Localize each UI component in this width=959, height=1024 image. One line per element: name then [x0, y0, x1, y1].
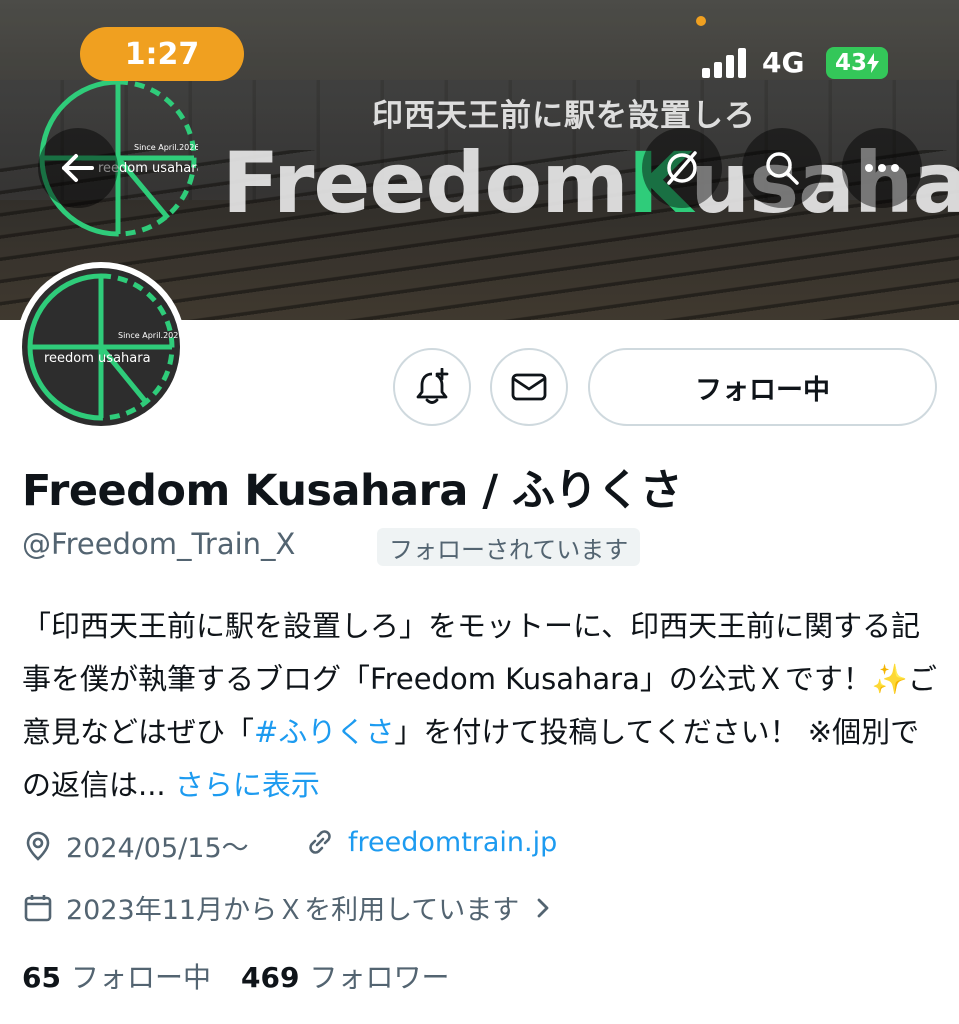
website-link[interactable]: freedomtrain.jp [348, 827, 557, 858]
following-count: 65 [22, 961, 61, 994]
more-button[interactable] [842, 128, 922, 208]
signal-bars-icon [702, 48, 746, 78]
show-more-link[interactable]: さらに表示 [175, 768, 320, 802]
display-name: Freedom Kusahara / ふりくさ [22, 466, 683, 516]
back-arrow-icon [62, 154, 94, 182]
chevron-right-icon [527, 892, 559, 924]
link-icon [304, 826, 336, 858]
charging-bolt-icon [867, 53, 879, 73]
envelope-icon [511, 373, 547, 401]
website-row[interactable]: freedomtrain.jp [304, 826, 557, 858]
avatar-since: Since April.2026 [118, 331, 180, 340]
location-pin-icon [22, 830, 54, 862]
banner-title-part1: Freedom [222, 134, 629, 232]
follows-you-badge: フォローされています [377, 528, 641, 566]
avatar-logo: Since April.2026 reedom usahara [27, 273, 180, 421]
network-type: 4G [762, 46, 805, 79]
notifications-button[interactable] [393, 348, 471, 426]
back-button[interactable] [38, 128, 118, 208]
bio-hashtag-link[interactable]: #ふりくさ [254, 715, 394, 749]
bell-plus-icon [416, 368, 449, 404]
following-stat[interactable]: 65 フォロー中 [22, 956, 211, 996]
banner-tagline: 印西天王前に駅を設置しろ [372, 98, 756, 134]
location-row: 2024/05/15〜 [22, 826, 249, 865]
grok-icon [667, 151, 697, 185]
calendar-icon [22, 892, 54, 924]
joined-text: 2023年11月からＸを利用しています [66, 895, 520, 926]
profile-avatar[interactable]: Since April.2026 reedom usahara [16, 262, 186, 432]
user-handle: @Freedom_Train_X [22, 527, 296, 561]
more-icon [865, 164, 899, 172]
followers-stat[interactable]: 469 フォロワー [241, 956, 449, 996]
avatar-image: Since April.2026 reedom usahara [22, 268, 180, 426]
status-time: 1:27 [80, 27, 244, 81]
avatar-name: reedom usahara [44, 351, 151, 366]
joined-row[interactable]: 2023年11月からＸを利用しています [22, 888, 571, 927]
search-button[interactable] [742, 128, 822, 208]
battery-level: 43 [834, 50, 867, 76]
grok-button[interactable] [642, 128, 722, 208]
following-button[interactable]: フォロー中 [588, 348, 937, 426]
message-button[interactable] [490, 348, 568, 426]
following-label: フォロー中 [70, 961, 211, 994]
privacy-indicator-dot [696, 16, 706, 26]
profile-bio: 「印西天王前に駅を設置しろ」をモットーに、印西天王前に関する記事を僕が執筆するブ… [22, 600, 942, 812]
follow-stats: 65 フォロー中 469 フォロワー [22, 956, 449, 996]
banner-logo-since: Since April.2026 [134, 143, 198, 152]
location-text: 2024/05/15〜 [66, 833, 249, 864]
followers-label: フォロワー [309, 961, 450, 994]
followers-count: 469 [240, 961, 300, 994]
battery-indicator: 43 [826, 47, 888, 79]
search-icon [766, 152, 799, 185]
stats-spacer [211, 956, 241, 996]
